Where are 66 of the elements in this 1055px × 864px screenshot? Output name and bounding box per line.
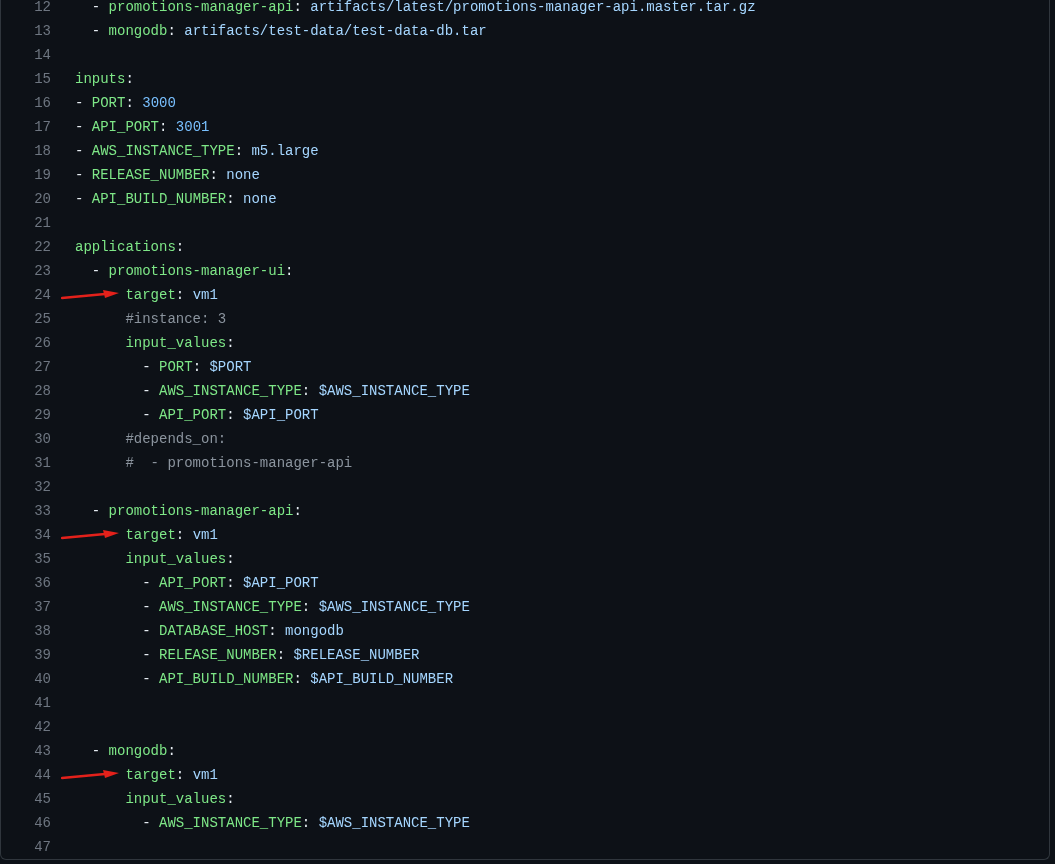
- line-number: 22: [33, 239, 51, 255]
- code-line: input_values:: [124, 551, 235, 567]
- code-line: - RELEASE_NUMBER: $RELEASE_NUMBER: [141, 647, 420, 663]
- code-line: - PORT: $PORT: [141, 359, 252, 375]
- line-number: 27: [33, 359, 51, 375]
- line-number: 41: [33, 695, 51, 711]
- code-line: target: vm1: [124, 767, 218, 783]
- code-line: inputs:: [75, 71, 134, 87]
- line-number: 44: [33, 767, 51, 783]
- code-line: - PORT: 3000: [75, 95, 176, 111]
- line-number: 24: [33, 287, 51, 303]
- code-line: #depends_on:: [124, 431, 227, 447]
- line-number: 21: [33, 215, 51, 231]
- line-number: 15: [33, 71, 51, 87]
- code-line: - AWS_INSTANCE_TYPE: $AWS_INSTANCE_TYPE: [141, 383, 470, 399]
- code-line: input_values:: [124, 335, 235, 351]
- line-number: 28: [33, 383, 51, 399]
- line-number: 19: [33, 167, 51, 183]
- line-number: 23: [33, 263, 51, 279]
- code-line: - mongodb: artifacts/test-data/test-data-db.tar: [90, 23, 487, 39]
- code-line: - AWS_INSTANCE_TYPE: m5.large: [75, 143, 319, 159]
- code-line: - AWS_INSTANCE_TYPE: $AWS_INSTANCE_TYPE: [141, 815, 470, 831]
- line-number: 43: [33, 743, 51, 759]
- line-number: 42: [33, 719, 51, 735]
- code-line: #instance: 3: [124, 311, 227, 327]
- line-number: 12: [33, 0, 51, 15]
- line-number: 37: [33, 599, 51, 615]
- code-line: target: vm1: [124, 527, 218, 543]
- code-line: input_values:: [124, 791, 235, 807]
- line-number: 47: [33, 839, 51, 855]
- code-line: target: vm1: [124, 287, 218, 303]
- code-line: - API_PORT: 3001: [75, 119, 210, 135]
- line-number: 35: [33, 551, 51, 567]
- code-line: - mongodb:: [90, 743, 176, 759]
- line-number: 34: [33, 527, 51, 543]
- line-number: 25: [33, 311, 51, 327]
- line-number: 32: [33, 479, 51, 495]
- line-number: 14: [33, 47, 51, 63]
- code-line: - DATABASE_HOST: mongodb: [141, 623, 344, 639]
- code-line: - API_BUILD_NUMBER: $API_BUILD_NUMBER: [141, 671, 454, 687]
- code-line: - promotions-manager-ui:: [90, 263, 294, 279]
- code-line: applications:: [75, 239, 185, 255]
- line-number: 36: [33, 575, 51, 591]
- line-number: 30: [33, 431, 51, 447]
- code-line: # - promotions-manager-api: [124, 455, 353, 471]
- line-number: 39: [33, 647, 51, 663]
- line-number: 26: [33, 335, 51, 351]
- line-number: 16: [33, 95, 51, 111]
- code-line: - API_PORT: $API_PORT: [141, 407, 319, 423]
- line-number: 17: [33, 119, 51, 135]
- code-line: - API_PORT: $API_PORT: [141, 575, 319, 591]
- line-number: 45: [33, 791, 51, 807]
- code-line: - AWS_INSTANCE_TYPE: $AWS_INSTANCE_TYPE: [141, 599, 470, 615]
- code-line: - promotions-manager-api:: [90, 503, 302, 519]
- line-number: 29: [33, 407, 51, 423]
- line-number: 46: [33, 815, 51, 831]
- line-number: 31: [33, 455, 51, 471]
- code-line: - promotions-manager-api: artifacts/latest/promotions-manager-api.master.tar.gz: [90, 0, 756, 15]
- code-line: - RELEASE_NUMBER: none: [75, 167, 260, 183]
- line-number: 40: [33, 671, 51, 687]
- line-number: 18: [33, 143, 51, 159]
- line-number: 33: [33, 503, 51, 519]
- line-number: 38: [33, 623, 51, 639]
- line-number: 20: [33, 191, 51, 207]
- line-number: 13: [33, 23, 51, 39]
- code-line: - API_BUILD_NUMBER: none: [75, 191, 277, 207]
